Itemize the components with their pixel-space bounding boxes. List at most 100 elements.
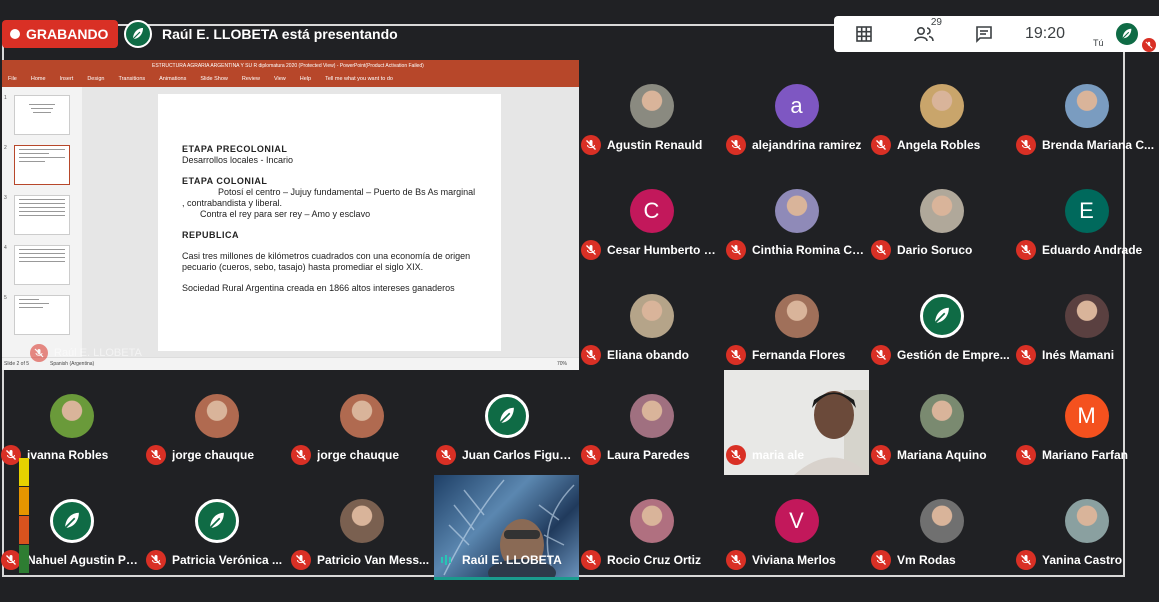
ppt-title-bar: ESTRUCTURA AGRARIA ARGENTINA Y SU R dipl…	[2, 60, 579, 71]
participant-tile[interactable]: Fernanda Flores	[724, 270, 869, 375]
presenting-banner: Raúl E. LLOBETA está presentando	[124, 20, 398, 48]
participant-name-row: Cinthia Romina Co...	[726, 240, 867, 260]
ppt-thumbnail-pane: 1 2 3 4 5	[2, 87, 82, 357]
slide-text: Desarrollos locales - Incario	[182, 155, 294, 165]
avatar-photo	[629, 394, 674, 438]
ppt-ribbon: File Home Insert Design Transitions Animation…	[2, 71, 579, 87]
participant-tile[interactable]: Patricio Van Mess...	[289, 475, 434, 580]
self-avatar-logo-icon[interactable]	[1114, 21, 1140, 47]
ppt-ribbon-tab[interactable]: Home	[31, 76, 46, 82]
participant-name: Patricio Van Mess...	[317, 553, 430, 567]
participant-tile[interactable]: Vm Rodas	[869, 475, 1014, 580]
ppt-ribbon-tab[interactable]: Slide Show	[200, 76, 228, 82]
participant-tile[interactable]: Inés Mamani	[1014, 270, 1159, 375]
participant-tile[interactable]: maria ale	[724, 370, 869, 475]
mic-off-icon	[871, 550, 891, 570]
presenter-logo-icon	[124, 20, 152, 48]
self-mic-off-icon	[1142, 38, 1156, 52]
avatar-photo	[774, 189, 819, 233]
participant-tile[interactable]: E Eduardo Andrade	[1014, 165, 1159, 270]
participant-name-row: Brenda Mariana C...	[1016, 135, 1157, 155]
participant-tile[interactable]: Agustin Renauld	[579, 60, 724, 165]
participant-name-row: Dario Soruco	[871, 240, 1012, 260]
participant-name: Brenda Mariana C...	[1042, 138, 1155, 152]
mic-off-icon	[871, 240, 891, 260]
participant-tile[interactable]: Raúl E. LLOBETA	[434, 475, 579, 580]
mic-off-icon	[1016, 240, 1036, 260]
participant-name: Cinthia Romina Co...	[752, 243, 867, 257]
mic-off-icon	[726, 550, 746, 570]
participant-tile[interactable]: Dario Soruco	[869, 165, 1014, 270]
presenter-label: Raúl E. LLOBETA	[30, 344, 142, 362]
participant-name: Nahuel Agustin PO...	[27, 553, 142, 567]
ppt-ribbon-tab[interactable]: Design	[87, 76, 104, 82]
participant-name-row: Viviana Merlos	[726, 550, 867, 570]
ppt-ribbon-tab[interactable]: Insert	[60, 76, 74, 82]
participant-name-row: Yanina Castro	[1016, 550, 1157, 570]
participant-name-row: Mariano Farfan	[1016, 445, 1157, 465]
participant-tile[interactable]: a alejandrina ramirez	[724, 60, 869, 165]
ppt-ribbon-tab[interactable]: Transitions	[118, 76, 145, 82]
ppt-ribbon-tab[interactable]: View	[274, 76, 286, 82]
participant-tile[interactable]: Patricia Verónica ...	[144, 475, 289, 580]
participant-name-row: Rocio Cruz Ortiz	[581, 550, 722, 570]
shared-presentation[interactable]: ESTRUCTURA AGRARIA ARGENTINA Y SU R dipl…	[2, 60, 579, 370]
participant-tile[interactable]: Cinthia Romina Co...	[724, 165, 869, 270]
ppt-ribbon-tab[interactable]: File	[8, 76, 17, 82]
slide-thumbnail-selected[interactable]	[14, 145, 70, 185]
mic-off-icon	[1016, 345, 1036, 365]
participant-name-row: Laura Paredes	[581, 445, 722, 465]
mic-off-icon	[436, 445, 456, 465]
slide-counter: Slide 2 of 5	[4, 361, 30, 367]
mic-off-icon	[581, 445, 601, 465]
recording-label: GRABANDO	[26, 26, 109, 42]
participant-name: alejandrina ramirez	[752, 138, 862, 152]
participant-name: Eliana obando	[607, 348, 690, 362]
participant-tile[interactable]: Rocio Cruz Ortiz	[579, 475, 724, 580]
slide-thumbnail[interactable]	[14, 95, 70, 135]
participant-name: ivanna Robles	[27, 448, 109, 462]
slide-thumbnail[interactable]	[14, 245, 70, 285]
participant-tile[interactable]: Mariana Aquino	[869, 370, 1014, 475]
mic-off-icon	[871, 135, 891, 155]
participant-tile[interactable]: C Cesar Humberto C...	[579, 165, 724, 270]
avatar-photo	[339, 499, 384, 543]
participant-tile[interactable]: M Mariano Farfan	[1014, 370, 1159, 475]
participant-tile[interactable]: jorge chauque	[289, 370, 434, 475]
avatar-photo	[629, 84, 674, 128]
participant-name: Laura Paredes	[607, 448, 690, 462]
participant-name: Cesar Humberto C...	[607, 243, 722, 257]
participant-tile[interactable]: Gestión de Empre...	[869, 270, 1014, 375]
ppt-ribbon-tab[interactable]: Tell me what you want to do	[325, 76, 393, 82]
participant-tile[interactable]: Yanina Castro	[1014, 475, 1159, 580]
participant-name-row: jorge chauque	[291, 445, 432, 465]
participant-tile[interactable]: Angela Robles	[869, 60, 1014, 165]
participant-name: Patricia Verónica ...	[172, 553, 283, 567]
slide-thumbnail[interactable]	[14, 195, 70, 235]
self-label: Tú	[1093, 38, 1104, 48]
participant-tile[interactable]: jorge chauque	[144, 370, 289, 475]
mic-off-icon	[581, 240, 601, 260]
mic-off-icon	[871, 445, 891, 465]
chat-button[interactable]	[954, 25, 1014, 43]
participant-name: Viviana Merlos	[752, 553, 836, 567]
ppt-ribbon-tab[interactable]: Help	[300, 76, 311, 82]
participant-name: Rocio Cruz Ortiz	[607, 553, 702, 567]
participant-tile[interactable]: Juan Carlos Figuer...	[434, 370, 579, 475]
participant-name-row: Patricio Van Mess...	[291, 550, 432, 570]
participant-name: Vm Rodas	[897, 553, 956, 567]
participant-name-row: alejandrina ramirez	[726, 135, 867, 155]
avatar-logo-icon	[194, 499, 239, 543]
ppt-ribbon-tab[interactable]: Animations	[159, 76, 186, 82]
participant-tile[interactable]: Laura Paredes	[579, 370, 724, 475]
participant-tile[interactable]: Brenda Mariana C...	[1014, 60, 1159, 165]
clock: 19:20	[1024, 25, 1066, 42]
layout-grid-button[interactable]	[834, 25, 894, 43]
avatar-photo	[1064, 499, 1109, 543]
participant-tile[interactable]: Eliana obando	[579, 270, 724, 375]
participants-button[interactable]: 29	[894, 17, 954, 43]
participant-tile[interactable]: V Viviana Merlos	[724, 475, 869, 580]
slide-thumbnail[interactable]	[14, 295, 70, 335]
ppt-ribbon-tab[interactable]: Review	[242, 76, 260, 82]
avatar-photo	[774, 294, 819, 338]
